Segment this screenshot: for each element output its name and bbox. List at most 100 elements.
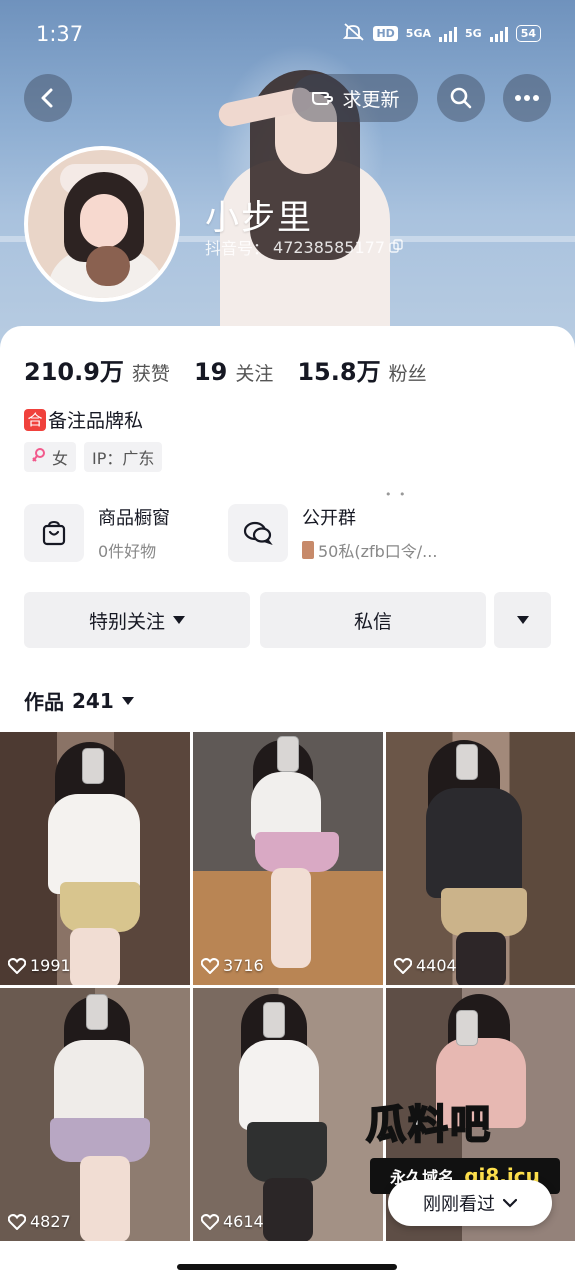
public-group-subtitle-row: 50私(zfb口令/... — [302, 538, 437, 562]
phone-prop — [277, 736, 299, 772]
heart-icon — [8, 1213, 26, 1230]
avatar-face — [80, 194, 128, 248]
video-likes: 4404 — [394, 956, 457, 975]
phone-prop — [82, 748, 104, 784]
recently-viewed-label: 刚刚看过 — [423, 1194, 495, 1215]
watermark-title: 瓜料吧 — [365, 1101, 492, 1149]
mute-icon — [343, 23, 365, 44]
bio-text: 备注品牌私 — [48, 410, 144, 432]
phone-prop — [456, 744, 478, 780]
special-follow-label: 特别关注 — [88, 610, 165, 633]
video-tile[interactable]: 4404 — [386, 732, 575, 985]
shopping-bag-icon — [24, 504, 84, 562]
hd-badge: HD — [373, 26, 398, 41]
chevron-left-icon — [41, 88, 53, 108]
video-tile[interactable]: 1991 — [0, 732, 190, 985]
video-likes: 4614 — [201, 1212, 264, 1231]
video-likes-count: 3716 — [223, 956, 264, 975]
heart-icon — [394, 957, 412, 974]
video-figure-legs — [271, 868, 311, 968]
recently-viewed-button[interactable]: 刚刚看过 — [388, 1180, 552, 1226]
special-follow-button[interactable]: 特别关注 — [24, 592, 250, 648]
gender-tag: 女 — [24, 442, 77, 472]
chevron-down-icon — [503, 1198, 517, 1208]
signal-icon — [439, 26, 457, 42]
network-label-1: 5GA — [405, 27, 431, 40]
more-button[interactable] — [503, 74, 551, 122]
video-figure-skirt — [255, 832, 339, 872]
video-likes-count: 4614 — [223, 1212, 264, 1231]
douyin-id-label: 抖音号： — [205, 239, 270, 258]
door-icon — [302, 541, 314, 559]
caret-down-icon — [516, 616, 529, 624]
following-count[interactable]: 19 — [194, 358, 227, 386]
avatar[interactable] — [24, 146, 180, 302]
status-time: 1:37 — [36, 22, 84, 46]
gender-label: 女 — [52, 449, 69, 468]
video-figure-skirt — [441, 888, 527, 936]
request-update-button[interactable]: 求更新 — [292, 74, 418, 122]
profile-tags: 女 IP：广东 — [24, 442, 163, 472]
bio-emoji-icon: 合 — [24, 408, 46, 431]
works-tab[interactable]: 作品 241 — [24, 686, 134, 715]
heart-icon — [201, 957, 219, 974]
more-icon — [515, 95, 539, 101]
heart-icon — [8, 957, 26, 974]
video-figure-skirt — [60, 882, 140, 932]
product-showcase[interactable]: 商品橱窗 0件好物 — [24, 504, 170, 562]
search-button[interactable] — [437, 74, 485, 122]
video-likes: 1991 — [8, 956, 71, 975]
more-actions-button[interactable] — [494, 592, 551, 648]
caret-down-icon — [121, 696, 134, 705]
back-button[interactable] — [24, 74, 72, 122]
avatar-teddy-bear — [86, 246, 130, 286]
followers-count[interactable]: 15.8万 — [297, 352, 380, 387]
video-likes-count: 4404 — [416, 956, 457, 975]
pointing-hand-icon — [310, 84, 336, 113]
request-update-label: 求更新 — [342, 88, 400, 111]
video-figure-top — [48, 794, 140, 894]
public-group[interactable]: 公开群 50私(zfb口令/... — [228, 504, 437, 562]
likes-count[interactable]: 210.9万 — [24, 352, 124, 387]
product-showcase-text: 商品橱窗 0件好物 — [98, 504, 170, 562]
works-label: 作品 — [24, 690, 64, 714]
ip-tag: IP：广东 — [84, 442, 163, 472]
message-button[interactable]: 私信 — [260, 592, 486, 648]
copy-icon[interactable] — [389, 238, 403, 257]
video-likes-count: 1991 — [30, 956, 71, 975]
public-group-text: 公开群 50私(zfb口令/... — [302, 504, 437, 562]
video-figure-top — [426, 788, 522, 898]
video-tile[interactable]: 3716 — [193, 732, 383, 985]
video-tile[interactable]: 4827 — [0, 988, 190, 1241]
profile-name: 小步里 — [205, 198, 313, 238]
home-indicator[interactable] — [177, 1264, 397, 1270]
video-tile[interactable]: 4614 — [193, 988, 383, 1241]
caret-down-icon — [173, 616, 185, 624]
search-icon — [450, 87, 472, 109]
followers-label: 粉丝 — [388, 363, 427, 385]
status-icons: HD 5GA 5G 54 — [343, 23, 541, 44]
signal-icon-2 — [489, 26, 508, 42]
following-label: 关注 — [235, 363, 274, 385]
status-bar: 1:37 HD 5GA 5G 54 — [0, 0, 575, 66]
ip-label: IP：广东 — [92, 449, 155, 468]
video-figure-legs — [456, 932, 506, 985]
bio: 合 备注品牌私 — [24, 406, 143, 433]
product-showcase-subtitle: 0件好物 — [98, 542, 157, 561]
message-label: 私信 — [353, 610, 392, 633]
video-figure-legs — [70, 928, 120, 985]
female-icon — [32, 447, 46, 467]
video-figure-legs — [80, 1156, 130, 1241]
video-figure-skirt — [247, 1122, 327, 1182]
video-likes: 3716 — [201, 956, 264, 975]
douyin-id: 抖音号： 47238585177 — [205, 235, 403, 259]
heart-icon — [201, 1213, 219, 1230]
likes-label: 获赞 — [131, 363, 170, 385]
video-figure-top — [239, 1040, 319, 1130]
product-showcase-title: 商品橱窗 — [98, 508, 170, 529]
public-group-title: 公开群 — [302, 508, 356, 529]
network-label-2: 5G — [465, 27, 482, 40]
public-group-subtitle: 50私(zfb口令/... — [318, 542, 438, 561]
douyin-id-value: 47238585177 — [273, 237, 385, 257]
profile-stats: 210.9万 获赞 19 关注 15.8万 粉丝 — [24, 352, 443, 387]
